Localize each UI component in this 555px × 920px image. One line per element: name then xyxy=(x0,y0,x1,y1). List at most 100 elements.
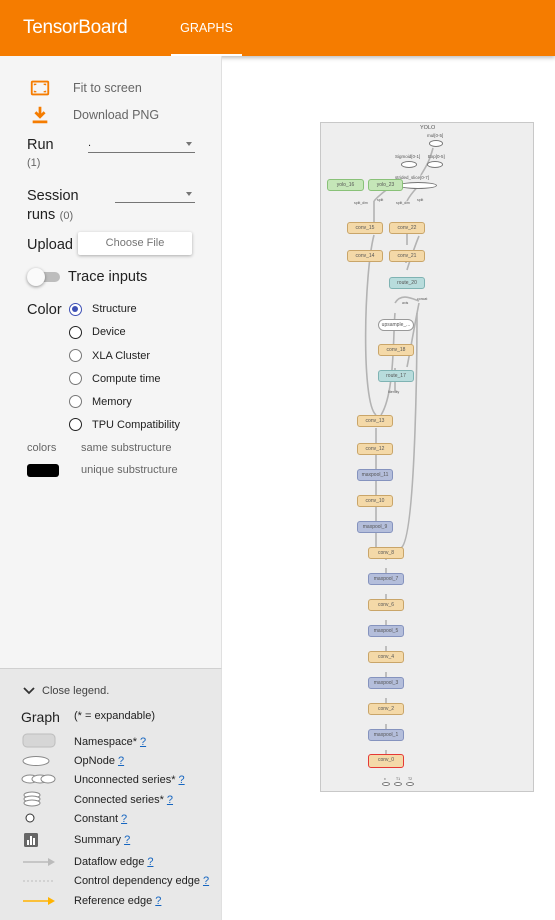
choose-file-button[interactable]: Choose File xyxy=(78,232,192,255)
graph-node-identity[interactable]: Identity xyxy=(388,390,399,394)
chevron-down-icon xyxy=(23,687,35,695)
summary-icon xyxy=(24,833,38,847)
graph-node-route-20[interactable]: route_20 xyxy=(389,277,425,289)
graph-label-concat: concat xyxy=(417,297,428,301)
run-count: (1) xyxy=(27,157,41,169)
graph-node-conv-6[interactable]: conv_6 xyxy=(368,599,404,611)
graph-node-yolo-scope[interactable]: YOLO xyxy=(420,125,435,131)
graph-node-conv-4[interactable]: conv_4 xyxy=(368,651,404,663)
fit-to-screen-button[interactable]: Fit to screen xyxy=(29,77,142,99)
graph-node-upsample[interactable]: upsample_... xyxy=(378,319,414,331)
help-link[interactable]: ? xyxy=(118,755,124,767)
legend-item-constant: Constant? xyxy=(74,813,127,825)
graph-opnode[interactable] xyxy=(382,782,390,786)
legend-item-dataflow-edge: Dataflow edge? xyxy=(74,856,153,868)
graph-node-conv-13[interactable]: conv_13 xyxy=(357,415,393,427)
namespace-icon xyxy=(22,733,56,748)
legend-symbols xyxy=(21,733,56,905)
close-legend-button[interactable]: Close legend. xyxy=(22,685,109,697)
graph-node-conv-2[interactable]: conv_2 xyxy=(368,703,404,715)
help-link[interactable]: ? xyxy=(167,794,173,806)
graph-opnode[interactable] xyxy=(406,782,414,786)
toggle-knob xyxy=(27,268,45,286)
graph-node-conv-21[interactable]: conv_21 xyxy=(389,250,425,262)
radio-memory[interactable] xyxy=(69,395,82,408)
graph-input-t1[interactable]: T1 xyxy=(396,777,400,781)
help-link[interactable]: ? xyxy=(203,875,209,887)
graph-canvas[interactable]: YOLO mul[0-5] Sigmoid[0-1] Exp[0-5] stri… xyxy=(320,122,534,792)
radio-structure[interactable] xyxy=(69,303,82,316)
graph-opnode[interactable] xyxy=(394,782,402,786)
graph-label-split-dim: split_dim xyxy=(354,201,368,205)
graph-opnode[interactable] xyxy=(429,140,443,147)
graph-label-axis: axis xyxy=(402,301,409,305)
graph-node-yolo-16[interactable]: yolo_16 xyxy=(327,179,364,191)
trace-inputs-label: Trace inputs xyxy=(68,269,148,285)
graph-node-conv-18[interactable]: conv_18 xyxy=(378,344,414,356)
reference-edge-icon xyxy=(23,897,55,905)
trace-inputs-toggle[interactable] xyxy=(27,268,60,286)
radio-device-label: Device xyxy=(92,326,126,338)
graph-input-t2[interactable]: T2 xyxy=(408,777,412,781)
graph-node-maxpool-1[interactable]: maxpool_1 xyxy=(368,729,404,741)
radio-xla-cluster-label: XLA Cluster xyxy=(92,350,151,362)
graph-node-conv-10[interactable]: conv_10 xyxy=(357,495,393,507)
legend-item-reference-edge: Reference edge? xyxy=(74,895,161,907)
constant-icon xyxy=(25,813,35,823)
help-link[interactable]: ? xyxy=(179,774,185,786)
legend-item-unconnected-series: Unconnected series*? xyxy=(74,774,185,786)
graph-label-split: split xyxy=(377,198,384,202)
connected-series-icon xyxy=(23,791,41,807)
chevron-down-icon xyxy=(186,192,192,196)
session-runs-select[interactable] xyxy=(115,187,195,203)
help-link[interactable]: ? xyxy=(124,834,130,846)
graph-node-maxpool-9[interactable]: maxpool_9 xyxy=(357,521,393,533)
legend-item-namespace: Namespace*? xyxy=(74,736,146,748)
graph-node-maxpool-5[interactable]: maxpool_5 xyxy=(368,625,404,637)
session-runs-label-line1: Session xyxy=(27,188,79,204)
graph-node-conv-8[interactable]: conv_8 xyxy=(368,547,404,559)
close-legend-label: Close legend. xyxy=(42,685,110,697)
run-label: Run xyxy=(27,137,54,153)
radio-structure-label: Structure xyxy=(92,303,137,315)
help-link[interactable]: ? xyxy=(147,856,153,868)
graph-node-sigmoid[interactable]: Sigmoid[0-1] xyxy=(395,154,420,159)
fit-to-screen-label: Fit to screen xyxy=(73,81,142,95)
graph-input-x[interactable]: x xyxy=(384,777,386,781)
tab-graphs[interactable]: GRAPHS xyxy=(171,0,242,56)
graph-node-maxpool-3[interactable]: maxpool_3 xyxy=(368,677,404,689)
graph-opnode[interactable] xyxy=(427,161,443,168)
unconnected-series-icon xyxy=(21,774,56,784)
graph-node-conv-0[interactable]: conv_0 xyxy=(368,754,404,768)
color-label: Color xyxy=(27,302,62,318)
graph-node-route-17[interactable]: route_17 xyxy=(378,370,414,382)
graph-node-yolo-23[interactable]: yolo_23 xyxy=(368,179,403,191)
graph-node-conv-22[interactable]: conv_22 xyxy=(389,222,425,234)
graph-node-maxpool-7[interactable]: maxpool_7 xyxy=(368,573,404,585)
graph-label-split-dim: split_dim xyxy=(396,201,410,205)
graph-node-conv-14[interactable]: conv_14 xyxy=(347,250,383,262)
run-select[interactable]: . xyxy=(88,137,195,153)
radio-tpu-compatibility[interactable] xyxy=(69,418,82,431)
legend-item-connected-series: Connected series*? xyxy=(74,794,173,806)
help-link[interactable]: ? xyxy=(121,813,127,825)
unique-substructure-label: unique substructure xyxy=(81,464,178,476)
fit-screen-icon xyxy=(30,80,50,96)
graph-node-mul[interactable]: mul[0-5] xyxy=(427,133,443,138)
graph-node-exp[interactable]: Exp[0-5] xyxy=(428,154,445,159)
radio-device[interactable] xyxy=(69,326,82,339)
graph-opnode[interactable] xyxy=(399,182,437,189)
graph-node-maxpool-11[interactable]: maxpool_11 xyxy=(357,469,393,481)
legend-item-label: OpNode xyxy=(74,755,115,767)
radio-compute-time[interactable] xyxy=(69,372,82,385)
help-link[interactable]: ? xyxy=(155,895,161,907)
download-png-button[interactable]: Download PNG xyxy=(29,104,159,126)
help-link[interactable]: ? xyxy=(140,736,146,748)
graph-node-conv-15[interactable]: conv_15 xyxy=(347,222,383,234)
radio-xla-cluster[interactable] xyxy=(69,349,82,362)
graph-opnode[interactable] xyxy=(401,161,417,168)
legend-item-label: Reference edge xyxy=(74,895,153,907)
graph-node-conv-12[interactable]: conv_12 xyxy=(357,443,393,455)
session-runs-count: (0) xyxy=(59,210,74,222)
download-png-label: Download PNG xyxy=(73,108,160,122)
